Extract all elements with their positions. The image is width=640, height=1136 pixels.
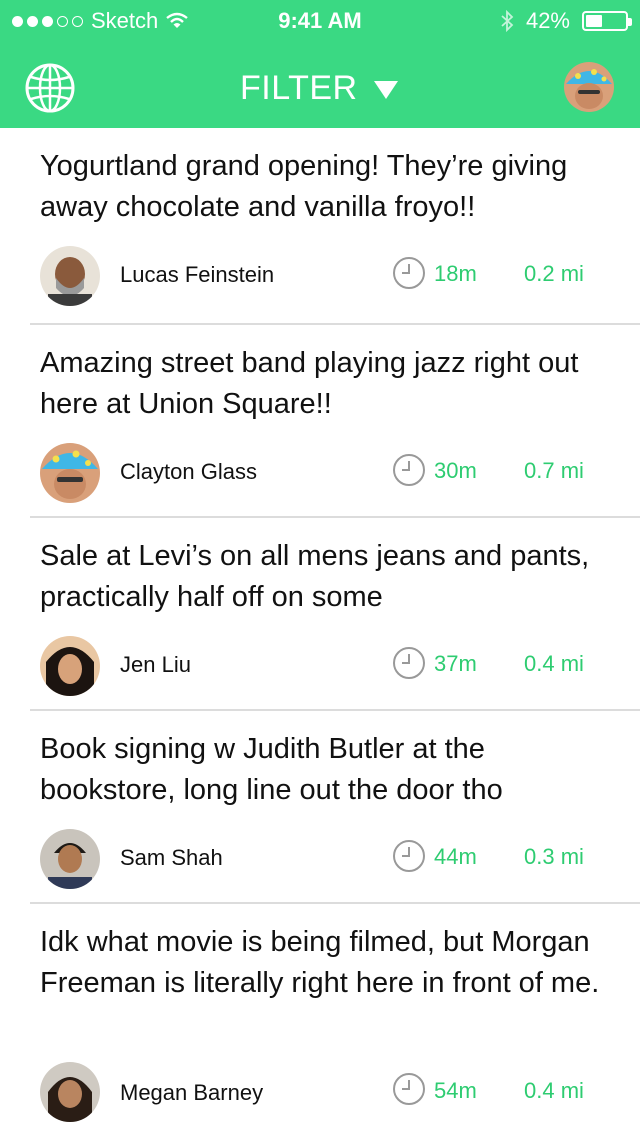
post-distance: 0.3 mi: [524, 844, 584, 869]
post-item[interactable]: Amazing street band playing jazz right o…: [30, 325, 640, 518]
clock-icon: [393, 840, 425, 872]
post-feed: Yogurtland grand opening! They’re giving…: [0, 128, 640, 1136]
author-name: Sam Shah: [120, 845, 223, 870]
filter-label: FILTER: [240, 68, 358, 107]
post-age: 54m: [434, 1078, 477, 1103]
dropdown-triangle-icon: [373, 81, 398, 99]
author-name: Clayton Glass: [120, 459, 257, 484]
author-avatar[interactable]: [40, 443, 100, 503]
post-distance: 0.4 mi: [524, 651, 584, 676]
clock-icon: [393, 454, 425, 486]
author-avatar[interactable]: [40, 636, 100, 696]
nav-bar: FILTER: [0, 40, 640, 128]
battery-percent: 42%: [525, 8, 570, 33]
post-item[interactable]: Book signing w Judith Butler at the book…: [30, 711, 640, 904]
post-age: 30m: [434, 458, 477, 483]
filter-dropdown[interactable]: FILTER: [240, 68, 400, 108]
clock-icon: [393, 257, 425, 289]
battery-icon: [582, 11, 632, 31]
author-avatar[interactable]: [40, 1062, 100, 1122]
globe-icon[interactable]: [24, 62, 76, 114]
bluetooth-icon: [501, 9, 514, 33]
post-item[interactable]: Idk what movie is being filmed, but Morg…: [30, 904, 640, 1136]
post-distance: 0.4 mi: [524, 1078, 584, 1103]
post-text: Amazing street band playing jazz right o…: [40, 347, 579, 420]
status-bar: Sketch 9:41 AM 42%: [0, 0, 640, 40]
post-age: 44m: [434, 844, 477, 869]
author-name: Lucas Feinstein: [120, 262, 275, 287]
clock-icon: [393, 647, 425, 679]
author-avatar[interactable]: [40, 246, 100, 306]
profile-avatar[interactable]: [564, 62, 614, 112]
post-item[interactable]: Yogurtland grand opening! They’re giving…: [30, 128, 640, 325]
battery-area: 42%: [500, 8, 632, 34]
post-text: Yogurtland grand opening! They’re giving…: [40, 150, 568, 223]
author-avatar[interactable]: [40, 829, 100, 889]
post-distance: 0.7 mi: [524, 458, 584, 483]
post-distance: 0.2 mi: [524, 261, 584, 286]
author-name: Megan Barney: [120, 1080, 264, 1105]
clock-icon: [393, 1073, 425, 1105]
post-item[interactable]: Sale at Levi’s on all mens jeans and pan…: [30, 518, 640, 711]
post-text: Sale at Levi’s on all mens jeans and pan…: [40, 540, 590, 613]
top-bar: Sketch 9:41 AM 42% FILTER: [0, 0, 640, 128]
post-age: 18m: [434, 261, 477, 286]
post-age: 37m: [434, 651, 477, 676]
author-name: Jen Liu: [120, 652, 191, 677]
post-text: Idk what movie is being filmed, but Morg…: [40, 926, 600, 999]
post-text: Book signing w Judith Butler at the book…: [40, 733, 503, 806]
